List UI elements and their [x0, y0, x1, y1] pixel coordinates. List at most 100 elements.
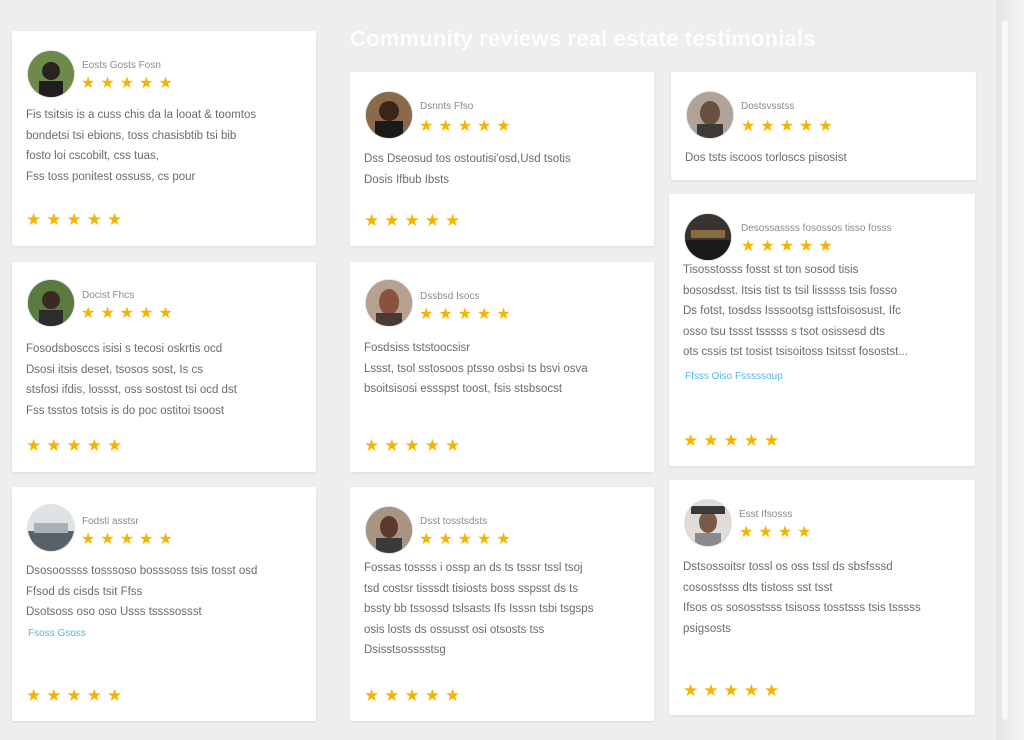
star-icon: ★: [419, 306, 434, 323]
avatar: [28, 505, 74, 551]
star-icon: ★: [364, 211, 380, 230]
scrollbar-thumb[interactable]: [1002, 20, 1008, 720]
star-icon: ★: [419, 531, 434, 548]
star-icon: ★: [703, 681, 719, 700]
avatar: [685, 214, 731, 260]
reviewer-name: Dsst tosstsdsts: [420, 516, 488, 527]
star-icon: ★: [46, 436, 62, 455]
review-card: Esst Ifsosss ★ ★ ★ ★ Dstsossoitsr tossl os …: [669, 480, 975, 715]
star-icon: ★: [438, 306, 453, 323]
avatar: [366, 280, 412, 326]
read-more-link[interactable]: Ffsss Oiso Fsssssoup: [685, 371, 783, 382]
reviewer-name: Eosts Gosts Fosn: [82, 60, 161, 71]
star-icon: ★: [107, 210, 123, 229]
star-icon: ★: [457, 118, 473, 135]
star-icon: ★: [119, 531, 135, 548]
star-icon: ★: [66, 436, 82, 455]
review-text: Dstsossoitsr tossl os oss tssl ds sbsfss…: [683, 561, 921, 635]
review-card: Desossassss fosossos tisso fosss ★ ★ ★ ★ ★ T…: [669, 194, 975, 466]
star-icon: ★: [741, 118, 756, 135]
review-card: Eosts Gosts Fosn ★ ★ ★ ★ ★ Fis tsitsis is a …: [12, 31, 316, 246]
star-rating: ★ ★ ★ ★ ★: [419, 119, 511, 135]
rating-stars: ★ ★ ★ ★ ★: [364, 437, 460, 454]
star-icon: ★: [477, 306, 492, 323]
rating-stars: ★ ★ ★ ★ ★: [26, 437, 122, 454]
star-icon: ★: [139, 75, 154, 92]
star-rating: ★ ★ ★ ★ ★: [741, 239, 833, 255]
star-rating: ★ ★ ★ ★ ★: [81, 532, 173, 548]
star-rating: ★ ★ ★ ★ ★: [81, 306, 173, 322]
reviewer-name: Desossassss fosossos tisso fosss: [741, 223, 892, 234]
star-icon: ★: [477, 118, 492, 135]
star-icon: ★: [100, 75, 115, 92]
star-icon: ★: [139, 531, 154, 548]
review-text: Fis tsitsis is a cuss chis da la looat &…: [26, 109, 257, 183]
star-icon: ★: [419, 118, 434, 135]
star-icon: ★: [158, 531, 173, 548]
star-icon: ★: [81, 531, 96, 548]
scrollbar[interactable]: [996, 0, 1024, 740]
star-icon: ★: [818, 238, 833, 255]
star-icon: ★: [703, 431, 719, 450]
star-icon: ★: [384, 686, 400, 705]
star-icon: ★: [445, 211, 461, 230]
reviewer-name: Dostsvsstss: [741, 101, 795, 112]
star-icon: ★: [26, 210, 42, 229]
star-icon: ★: [723, 431, 739, 450]
star-icon: ★: [438, 531, 453, 548]
star-icon: ★: [496, 118, 511, 135]
star-icon: ★: [46, 686, 62, 705]
review-card: Fodsti asstsr ★ ★ ★ ★ ★ Dsosoossss tosssoso …: [12, 487, 316, 721]
star-icon: ★: [799, 118, 814, 135]
star-icon: ★: [100, 305, 115, 322]
star-icon: ★: [799, 238, 814, 255]
star-icon: ★: [779, 238, 795, 255]
review-text: Dsosoossss tosssoso bosssoss tsis tosst …: [26, 565, 258, 618]
star-icon: ★: [158, 75, 173, 92]
avatar: [28, 280, 74, 326]
star-icon: ★: [26, 436, 42, 455]
rating-stars: ★ ★ ★ ★ ★: [364, 687, 460, 704]
avatar: [687, 92, 733, 138]
star-icon: ★: [779, 118, 795, 135]
star-icon: ★: [66, 686, 82, 705]
star-icon: ★: [404, 686, 420, 705]
review-text: Tisosstosss fosst st ton sosod tisis boso…: [683, 264, 908, 358]
star-icon: ★: [404, 436, 420, 455]
star-icon: ★: [496, 531, 511, 548]
star-icon: ★: [404, 211, 420, 230]
star-icon: ★: [764, 681, 780, 700]
review-card: Dostsvsstss ★ ★ ★ ★ ★ Dos tsts iscoos torlos…: [671, 72, 976, 180]
read-more-link[interactable]: Fsoss Gsoss: [28, 628, 86, 639]
star-icon: ★: [445, 436, 461, 455]
star-icon: ★: [107, 686, 123, 705]
star-icon: ★: [683, 681, 699, 700]
star-icon: ★: [424, 686, 440, 705]
review-text: Fossas tossss i ossp an ds ts tsssr tssl…: [364, 562, 594, 656]
review-card: Dsnnts Ffso ★ ★ ★ ★ ★ Dss Dseosud tos ostout…: [350, 72, 654, 246]
star-rating: ★ ★ ★ ★ ★: [419, 532, 511, 548]
star-icon: ★: [477, 531, 492, 548]
star-icon: ★: [86, 436, 102, 455]
star-icon: ★: [741, 238, 756, 255]
avatar: [366, 92, 412, 138]
review-text: Fosodsbosccs isisi s tecosi oskrtis ocd D…: [26, 343, 237, 417]
star-icon: ★: [100, 531, 115, 548]
reviewer-name: Esst Ifsosss: [739, 509, 793, 520]
avatar: [28, 51, 74, 97]
reviewer-name: Dssbsd Isocs: [420, 291, 480, 302]
star-icon: ★: [139, 305, 154, 322]
star-icon: ★: [777, 524, 793, 541]
star-icon: ★: [764, 431, 780, 450]
star-icon: ★: [818, 118, 833, 135]
review-text: Dos tsts iscoos torloscs pisosist: [685, 152, 847, 164]
star-icon: ★: [107, 436, 123, 455]
review-card: Dsst tosstsdsts ★ ★ ★ ★ ★ Fossas tossss i os…: [350, 487, 654, 721]
star-icon: ★: [364, 436, 380, 455]
review-text: Fosdsiss tststoocsisr Lssst, tsol sstosoo…: [364, 342, 588, 395]
star-rating: ★ ★ ★ ★ ★: [419, 307, 511, 323]
avatar: [685, 500, 731, 546]
rating-stars: ★ ★ ★ ★ ★: [26, 211, 122, 228]
star-icon: ★: [158, 305, 173, 322]
star-icon: ★: [46, 210, 62, 229]
